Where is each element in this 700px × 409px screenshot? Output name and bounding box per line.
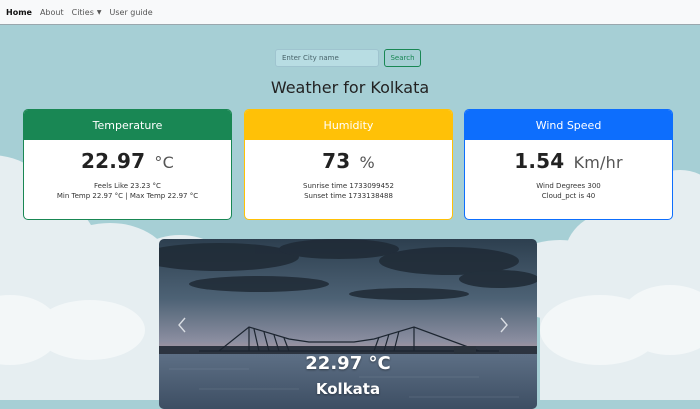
city-search-input[interactable] xyxy=(275,49,379,67)
nav-cities-dropdown[interactable]: Cities ▼ xyxy=(72,8,102,17)
cloud-pct-text: Cloud_pct is 40 xyxy=(541,192,596,200)
humidity-value-row: 73 % xyxy=(245,149,452,173)
navbar: Home About Cities ▼ User guide xyxy=(0,0,700,25)
wind-speed-unit: Km/hr xyxy=(573,153,623,172)
search-button[interactable]: Search xyxy=(384,49,421,67)
humidity-card-header: Humidity xyxy=(245,110,452,140)
search-form: Search xyxy=(275,49,421,67)
wind-degrees-text: Wind Degrees 300 xyxy=(536,182,601,190)
page-title: Weather for Kolkata xyxy=(270,78,430,97)
nav-home-label: Home xyxy=(6,7,32,17)
temperature-card: Temperature 22.97 °C Feels Like 23.23 °C… xyxy=(23,109,232,220)
carousel-next-button[interactable] xyxy=(499,317,519,343)
carousel-temperature: 22.97 °C xyxy=(305,353,391,374)
temperature-unit: °C xyxy=(154,153,174,172)
nav-user-guide-label: User guide xyxy=(109,7,153,17)
min-max-temp-text: Min Temp 22.97 °C | Max Temp 22.97 °C xyxy=(56,192,199,200)
wind-value-row: 1.54 Km/hr xyxy=(465,149,672,173)
temperature-value-row: 22.97 °C xyxy=(24,149,231,173)
chevron-right-icon xyxy=(500,317,508,333)
nav-about[interactable]: About xyxy=(40,8,64,17)
carousel-prev-button[interactable] xyxy=(177,317,197,343)
wind-card-header: Wind Speed xyxy=(465,110,672,140)
city-image-carousel: 22.97 °C Kolkata xyxy=(159,239,537,409)
humidity-card: Humidity 73 % Sunrise time 1733099452 Su… xyxy=(244,109,453,220)
chevron-left-icon xyxy=(178,317,186,333)
temperature-card-header: Temperature xyxy=(24,110,231,140)
feels-like-text: Feels Like 23.23 °C xyxy=(94,182,161,190)
sunset-text: Sunset time 1733138488 xyxy=(304,192,393,200)
humidity-unit: % xyxy=(359,153,375,172)
nav-user-guide[interactable]: User guide xyxy=(110,8,153,17)
sunrise-text: Sunrise time 1733099452 xyxy=(303,182,394,190)
nav-home[interactable]: Home xyxy=(6,8,32,17)
wind-speed-value: 1.54 xyxy=(514,149,565,173)
nav-about-label: About xyxy=(39,7,64,17)
caret-down-icon: ▼ xyxy=(96,8,102,16)
nav-cities-label: Cities xyxy=(71,7,94,17)
temperature-value: 22.97 xyxy=(80,149,146,173)
humidity-value: 73 xyxy=(322,149,351,173)
carousel-city-name: Kolkata xyxy=(315,380,381,398)
wind-card: Wind Speed 1.54 Km/hr Wind Degrees 300 C… xyxy=(464,109,673,220)
